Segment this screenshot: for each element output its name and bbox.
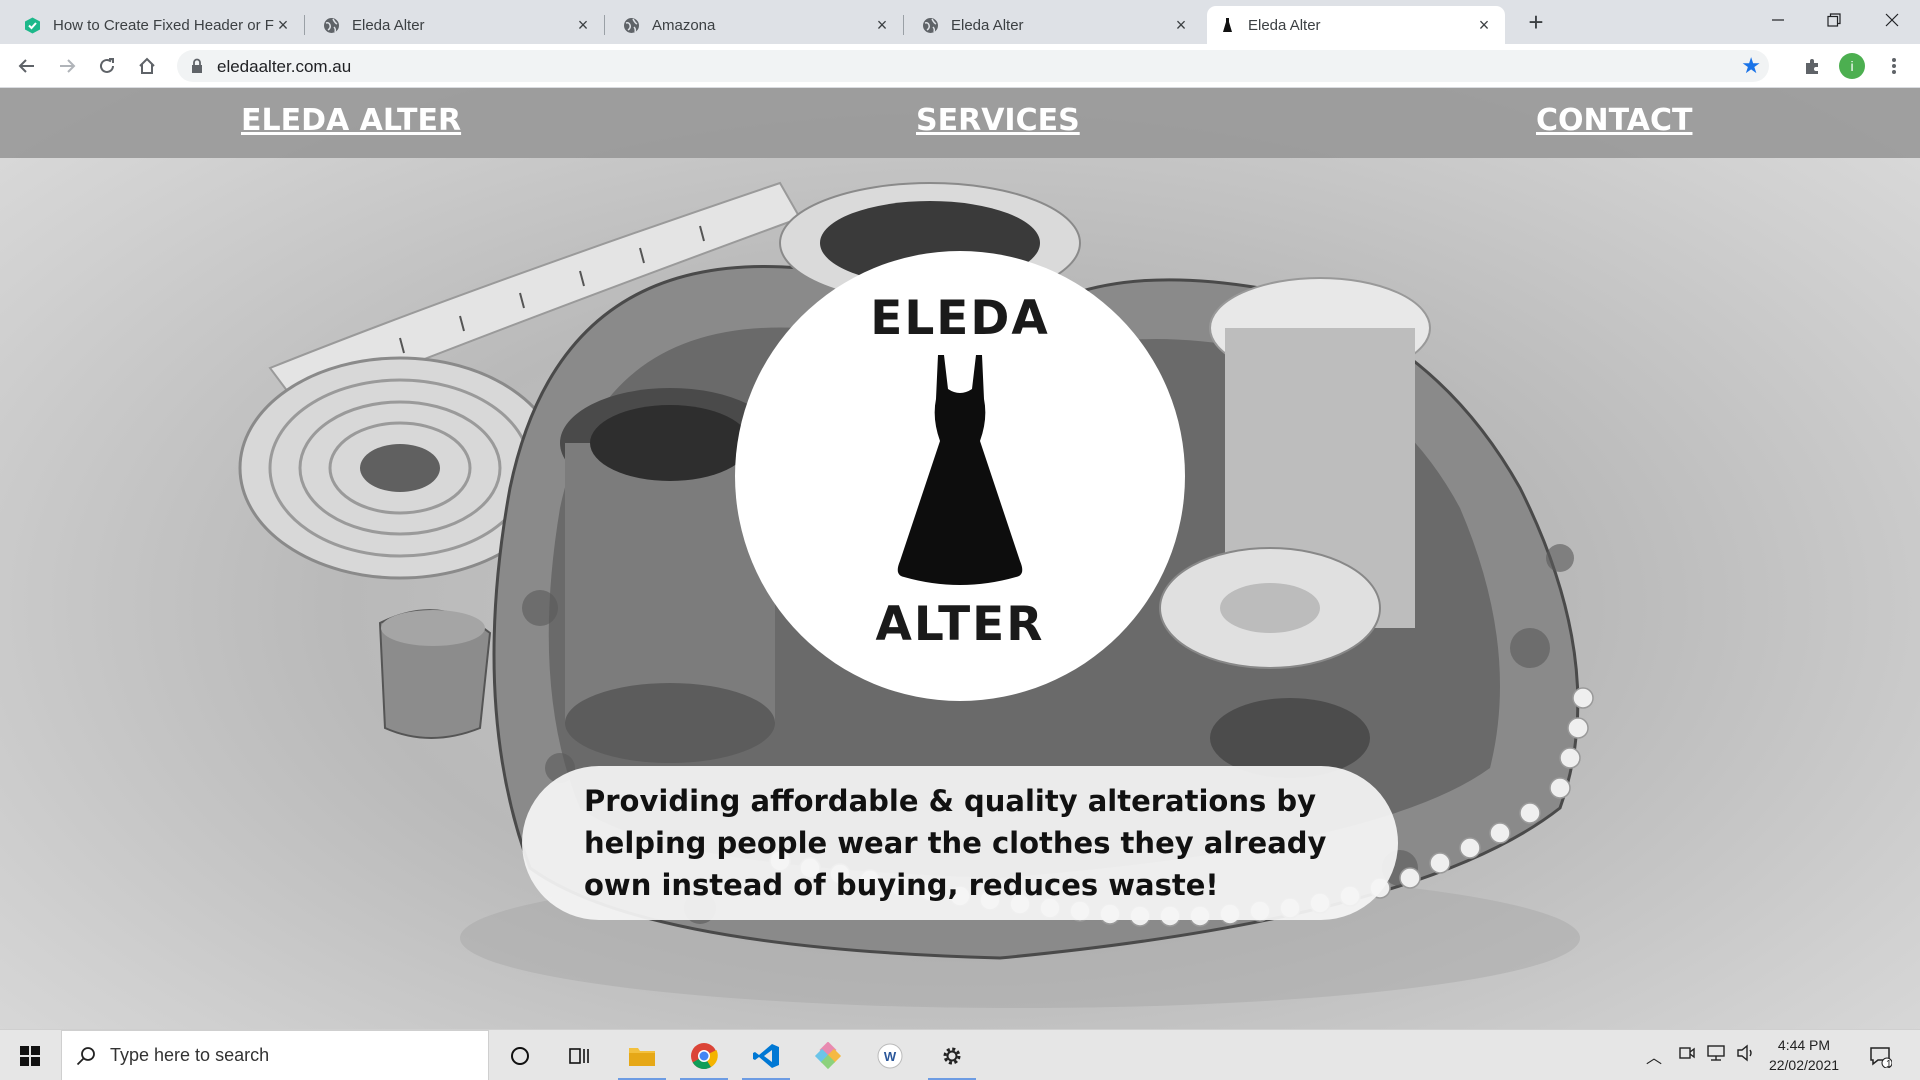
restore-icon[interactable] — [1806, 0, 1862, 40]
notification-count: 1 — [1886, 1059, 1892, 1070]
nav-services-link[interactable]: SERVICES — [916, 103, 1080, 138]
clock-date: 22/02/2021 — [1768, 1057, 1840, 1073]
file-explorer-icon[interactable] — [612, 1030, 672, 1080]
tab-title: Amazona — [652, 16, 716, 34]
show-hidden-icons-chevron-icon[interactable]: ︿ — [1646, 1044, 1662, 1068]
tab-amazona[interactable]: Amazona × — [611, 6, 904, 44]
dress-icon — [897, 355, 1023, 585]
reload-icon[interactable] — [93, 52, 121, 80]
tab-title: Eleda Alter — [1248, 16, 1321, 34]
url-text: eledaalter.com.au — [217, 57, 352, 76]
green-hex-icon — [24, 17, 41, 34]
chrome-icon[interactable] — [674, 1030, 734, 1080]
tab-fixed-header[interactable]: How to Create Fixed Header or F × — [12, 6, 305, 44]
windows-taskbar: Type here to search W ︿ 4:44 PM 22/02/20… — [0, 1029, 1920, 1080]
system-clock[interactable]: 4:44 PM 22/02/2021 — [1756, 1035, 1852, 1075]
nav-contact-link[interactable]: CONTACT — [1536, 103, 1692, 138]
tab-strip: How to Create Fixed Header or F × Eleda … — [0, 0, 1920, 44]
forward-icon[interactable] — [53, 52, 81, 80]
home-icon[interactable] — [133, 52, 161, 80]
profile-avatar[interactable]: i — [1839, 53, 1865, 79]
tab-eleda-alter-2[interactable]: Eleda Alter × — [910, 6, 1202, 44]
dress-icon — [1219, 17, 1236, 34]
word-app-icon[interactable]: W — [860, 1030, 920, 1080]
address-bar[interactable]: eledaalter.com.au ★ — [177, 50, 1769, 82]
lock-icon — [192, 58, 202, 73]
tab-title: How to Create Fixed Header or F — [53, 16, 274, 34]
minimize-icon[interactable] — [1750, 0, 1806, 40]
search-icon — [76, 1047, 95, 1066]
close-window-icon[interactable] — [1864, 0, 1920, 40]
close-tab-icon[interactable]: × — [574, 15, 592, 35]
taskbar-search[interactable]: Type here to search — [61, 1030, 489, 1080]
screen: How to Create Fixed Header or F × Eleda … — [0, 0, 1920, 1080]
back-icon[interactable] — [13, 52, 41, 80]
meet-now-icon[interactable] — [1678, 1044, 1696, 1067]
search-placeholder: Type here to search — [110, 1045, 270, 1065]
svg-text:W: W — [884, 1049, 897, 1064]
close-tab-icon[interactable]: × — [274, 15, 292, 35]
menu-icon[interactable] — [1880, 52, 1908, 80]
close-tab-icon[interactable]: × — [873, 15, 891, 35]
nav-brand-link[interactable]: ELEDA ALTER — [241, 103, 461, 138]
site-logo: ELEDA ALTER — [735, 251, 1185, 701]
network-icon[interactable] — [1706, 1044, 1726, 1067]
close-tab-icon[interactable]: × — [1172, 15, 1190, 35]
tagline-text: Providing affordable & quality alteratio… — [584, 784, 1327, 902]
tab-title: Eleda Alter — [352, 16, 425, 34]
settings-gear-icon[interactable] — [922, 1030, 982, 1080]
tagline-box: Providing affordable & quality alteratio… — [522, 766, 1398, 920]
extensions-icon[interactable] — [1799, 52, 1827, 80]
tab-eleda-alter-active[interactable]: Eleda Alter × — [1207, 6, 1505, 44]
logo-line-1: ELEDA — [870, 291, 1050, 346]
new-tab-button[interactable]: + — [1522, 7, 1550, 37]
windows-start-icon[interactable] — [0, 1030, 60, 1080]
tab-title: Eleda Alter — [951, 16, 1024, 34]
tab-eleda-alter-1[interactable]: Eleda Alter × — [311, 6, 605, 44]
vscode-icon[interactable] — [736, 1030, 796, 1080]
globe-icon — [623, 17, 640, 34]
clock-time: 4:44 PM — [1777, 1037, 1831, 1053]
notification-center-icon[interactable]: 1 — [1850, 1030, 1910, 1080]
volume-icon[interactable] — [1736, 1044, 1756, 1067]
site-nav: ELEDA ALTER SERVICES CONTACT — [0, 88, 1920, 158]
globe-icon — [922, 17, 939, 34]
bookmark-star-icon[interactable]: ★ — [1741, 53, 1761, 79]
web-page: ELEDA ALTER SERVICES CONTACT ELEDA ALTER… — [0, 88, 1920, 1029]
close-tab-icon[interactable]: × — [1475, 15, 1493, 35]
browser-toolbar: eledaalter.com.au ★ i — [0, 44, 1920, 88]
logo-line-2: ALTER — [875, 597, 1045, 652]
task-view-icon[interactable] — [550, 1030, 610, 1080]
pinned-app-icon[interactable] — [798, 1030, 858, 1080]
globe-icon — [323, 17, 340, 34]
cortana-icon[interactable] — [490, 1030, 550, 1080]
